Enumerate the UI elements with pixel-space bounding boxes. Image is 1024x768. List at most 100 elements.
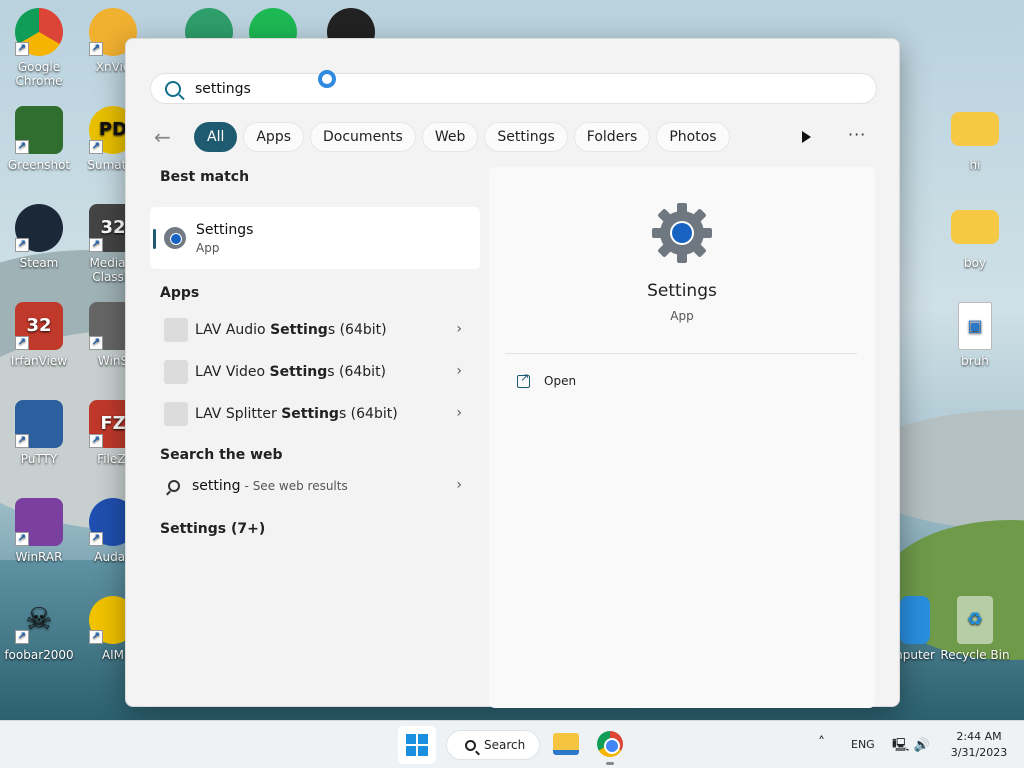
filter-chip-documents[interactable]: Documents [310,122,416,152]
best-match-settings[interactable]: Settings App [150,207,480,269]
desktop-folder-hi[interactable]: hi [936,106,1014,172]
filter-chip-web[interactable]: Web [421,122,479,152]
search-icon [465,739,476,751]
desktop-icon-label: AIM [101,648,125,662]
desktop-icon-label: foobar2000 [4,648,74,662]
desktop-icon-google-chrome[interactable]: ↗ Google Chrome [0,8,78,88]
filter-bar: ← All Apps Documents Web Settings Folder… [154,121,736,153]
chevron-right-icon[interactable]: › [456,405,462,421]
app-placeholder-icon [164,402,188,426]
web-query: setting [192,478,241,494]
back-arrow-icon[interactable]: ← [154,125,194,149]
desktop-icon-label: IrfanView [10,354,68,368]
best-match-type: App [196,240,220,255]
settings-more-heading[interactable]: Settings (7+) [160,519,480,539]
desktop-icon-label: Steam [19,256,59,270]
filter-chip-settings[interactable]: Settings [484,122,568,152]
filter-chip-all[interactable]: All [194,122,238,152]
preview-type: App [670,309,694,323]
web-hint: - See web results [244,479,348,493]
desktop-icon-label: Greenshot [7,158,71,172]
taskbar: Search ˄ ENG 🖳 🔊 2:44 AM 3/31/2023 [0,720,1024,768]
chrome-icon: ↗ [15,8,63,56]
open-label: Open [544,374,577,388]
search-icon [165,80,181,97]
divider [505,353,857,354]
desktop-file-bruh[interactable]: ▣ bruh [936,302,1014,368]
desktop-icon-label: hi [969,158,981,172]
desktop-icon-putty[interactable]: ↗ PuTTY [0,400,78,466]
desktop-icon-label: boy [963,256,987,270]
desktop-icon-label: WinRAR [15,550,63,564]
play-icon[interactable] [796,127,816,147]
desktop-icon-foobar2000[interactable]: ☠ ↗ foobar2000 [0,596,78,663]
desktop-icon-label: PuTTY [20,452,58,466]
app-result-label: LAV Splitter Settings (64bit) [195,406,398,422]
language-indicator[interactable]: ENG [851,738,875,751]
app-result-lav-video[interactable]: LAV Video Settings (64bit) › [150,351,480,393]
folder-icon [951,210,999,244]
search-icon [168,480,180,492]
best-match-name: Settings [196,221,254,238]
clock-time: 2:44 AM [956,730,1002,743]
selection-indicator [153,229,156,249]
best-match-heading: Best match [160,169,250,185]
web-result[interactable]: setting - See web results › [150,465,480,507]
chevron-right-icon[interactable]: › [456,363,462,379]
file-explorer-icon[interactable] [553,733,579,755]
computer-icon [900,596,930,644]
app-result-label: LAV Video Settings (64bit) [195,364,387,380]
app-placeholder-icon [164,318,188,342]
preview-title: Settings [647,281,717,301]
clock-date: 3/31/2023 [950,746,1008,759]
more-options-icon[interactable]: ··· [848,125,866,144]
search-web-heading: Search the web [160,447,283,463]
chevron-right-icon[interactable]: › [456,477,462,493]
desktop-icon-recycle-bin[interactable]: ♻ Recycle Bin [936,596,1014,662]
chevron-right-icon[interactable]: › [456,321,462,337]
desktop-icon-winrar[interactable]: ↗ WinRAR [0,498,78,564]
taskbar-search[interactable]: Search [446,730,540,760]
filter-chip-apps[interactable]: Apps [243,122,305,152]
desktop-icon-label: Google Chrome [15,60,63,88]
open-external-icon [517,371,530,388]
app-result-lav-audio[interactable]: LAV Audio Settings (64bit) › [150,309,480,351]
chrome-icon[interactable] [597,731,623,757]
steam-icon: ↗ [15,204,63,252]
app-placeholder-icon [164,360,188,384]
windows-logo-icon [406,734,416,744]
network-volume-icons[interactable]: 🖳 🔊 [892,736,930,758]
settings-gear-icon [164,227,186,249]
chevron-up-icon[interactable]: ˄ [818,735,825,751]
clock[interactable]: 2:44 AM 3/31/2023 [944,729,1014,761]
search-panel: ← All Apps Documents Web Settings Folder… [125,38,900,708]
start-button[interactable] [398,726,436,764]
folder-icon [951,112,999,146]
running-indicator [606,762,614,765]
results-list: Best match Settings App Apps LAV Audio S… [150,167,480,539]
search-input[interactable] [195,80,795,97]
open-action[interactable]: Open [517,371,577,388]
filter-chip-folders[interactable]: Folders [573,122,651,152]
desktop-icon-irfanview[interactable]: 32 ↗ IrfanView [0,302,78,368]
app-result-lav-splitter[interactable]: LAV Splitter Settings (64bit) › [150,393,480,435]
settings-gear-icon [652,203,712,263]
apps-heading: Apps [160,285,200,301]
preview-pane: Settings App Open [489,167,875,708]
desktop-icon-steam[interactable]: ↗ Steam [0,204,78,270]
winrar-icon: ↗ [15,498,63,546]
search-box[interactable] [150,73,877,104]
greenshot-icon: ↗ [15,106,63,154]
filter-chip-photos[interactable]: Photos [656,122,730,152]
desktop-icon-label: WinS [97,354,129,368]
foobar-icon: ☠ ↗ [15,596,63,644]
putty-icon: ↗ [15,400,63,448]
recycle-bin-icon: ♻ [957,596,993,644]
desktop-icon-greenshot[interactable]: ↗ Greenshot [0,106,78,172]
desktop-icon-label: Recycle Bin [940,648,1010,662]
mouse-cursor-icon [318,70,336,88]
desktop-icon-label: bruh [961,354,989,368]
taskbar-search-label: Search [484,738,526,752]
app-result-label: LAV Audio Settings (64bit) [195,322,387,338]
desktop-folder-boy[interactable]: boy [936,204,1014,270]
